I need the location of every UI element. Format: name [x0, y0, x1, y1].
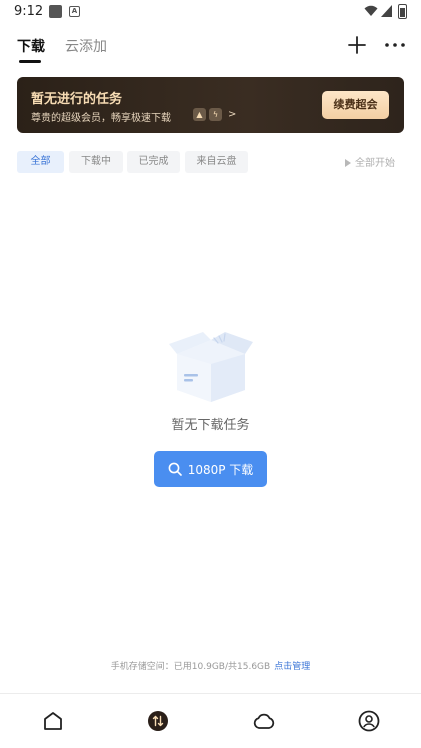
rocket-icon: ▲ — [193, 108, 206, 121]
filter-all[interactable]: 全部 — [17, 151, 64, 173]
banner-title: 暂无进行的任务 — [31, 92, 123, 107]
status-time: 9:12 — [14, 4, 44, 19]
transfer-icon[interactable] — [147, 710, 169, 732]
download-1080p-label: 1080P 下载 — [187, 462, 254, 477]
storage-text: 手机存储空间：已用10.9GB/共15.6GB — [110, 662, 271, 672]
filter-completed[interactable]: 已完成 — [127, 151, 180, 173]
home-icon[interactable] — [42, 710, 64, 732]
bolt-icon: ϟ — [209, 108, 222, 121]
active-tab-indicator — [19, 60, 41, 63]
vip-banner[interactable]: 暂无进行的任务 尊贵的超级会员，畅享极速下载 ▲ ϟ > 续费超会 — [17, 77, 404, 133]
status-bar: 9:12 A — [0, 0, 421, 26]
search-icon — [168, 462, 182, 476]
bottom-divider — [0, 693, 421, 694]
filter-from-cloud[interactable]: 来自云盘 — [185, 151, 248, 173]
cloud-icon[interactable] — [253, 710, 275, 732]
manage-storage-link[interactable]: 点击管理 — [274, 662, 310, 672]
plus-icon[interactable] — [347, 35, 367, 55]
banner-subtitle: 尊贵的超级会员，畅享极速下载 — [31, 113, 171, 124]
empty-box-illustration — [169, 332, 253, 402]
filter-downloading[interactable]: 下载中 — [69, 151, 123, 173]
wifi-icon — [364, 5, 378, 16]
banner-arrow: > — [228, 109, 237, 120]
battery-icon — [398, 4, 407, 19]
profile-icon[interactable] — [358, 710, 380, 732]
renew-super-vip-button[interactable]: 续费超会 — [322, 91, 389, 119]
more-icon[interactable] — [384, 35, 406, 55]
download-1080p-button[interactable]: 1080P 下载 — [154, 451, 267, 487]
banner-badges: ▲ ϟ — [193, 108, 222, 121]
tab-cloud-add[interactable]: 云添加 — [65, 36, 107, 56]
app-badge-icon: A — [69, 6, 80, 17]
empty-message: 暂无下载任务 — [171, 418, 250, 433]
signal-icon — [381, 5, 392, 17]
notification-icon — [49, 5, 62, 18]
start-all-button[interactable]: 全部开始 — [345, 154, 395, 169]
storage-info: 手机存储空间：已用10.9GB/共15.6GB 点击管理 — [0, 659, 421, 672]
start-all-label: 全部开始 — [355, 158, 395, 169]
play-icon — [345, 159, 351, 167]
tab-download[interactable]: 下载 — [17, 36, 45, 56]
